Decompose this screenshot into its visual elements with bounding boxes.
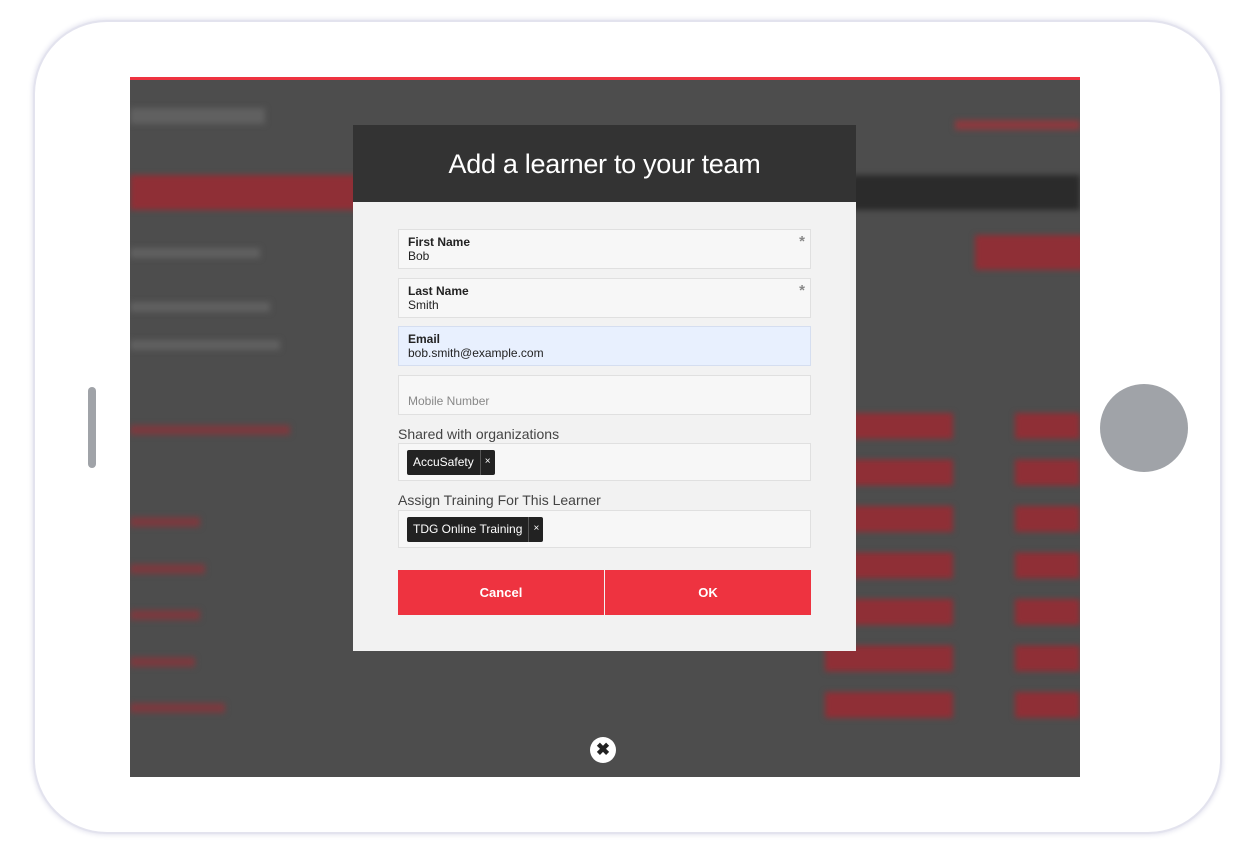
first-name-field[interactable]: First Name Bob * [398, 229, 811, 269]
background-row-link [130, 564, 205, 574]
mobile-number-placeholder: Mobile Number [408, 394, 490, 408]
background-filter-2 [130, 302, 270, 312]
dialog-title: Add a learner to your team [353, 125, 856, 202]
background-dark-nav [850, 175, 1080, 210]
required-asterisk-icon: * [799, 233, 805, 250]
training-tag: TDG Online Training × [407, 517, 544, 542]
background-filter-1 [130, 248, 260, 258]
background-filter-3 [130, 340, 280, 350]
training-tag-label: TDG Online Training [413, 522, 523, 536]
background-user-info [955, 120, 1080, 130]
training-label: Assign Training For This Learner [398, 492, 601, 508]
first-name-label: First Name [408, 235, 471, 249]
training-input[interactable]: TDG Online Training × [398, 510, 811, 548]
last-name-label: Last Name [408, 284, 469, 298]
remove-tag-icon[interactable]: × [528, 517, 543, 542]
last-name-value: Smith [408, 298, 439, 312]
tablet-home-button[interactable] [1100, 384, 1188, 472]
organization-tag: AccuSafety × [407, 450, 495, 475]
email-value: bob.smith@example.com [408, 346, 544, 360]
background-red-nav [130, 175, 360, 210]
cancel-button[interactable]: Cancel [398, 570, 604, 615]
organizations-input[interactable]: AccuSafety × [398, 443, 811, 481]
close-icon[interactable]: ✖ [590, 737, 616, 763]
add-learner-dialog: Add a learner to your team First Name Bo… [353, 125, 856, 651]
background-add-button [975, 235, 1080, 270]
app-screen: Add a learner to your team First Name Bo… [130, 77, 1080, 777]
organizations-label: Shared with organizations [398, 426, 560, 442]
email-label: Email [408, 332, 441, 346]
background-row-link [130, 517, 200, 527]
last-name-field[interactable]: Last Name Smith * [398, 278, 811, 318]
organization-tag-label: AccuSafety [413, 455, 474, 469]
background-row-link [130, 657, 195, 667]
mobile-number-field[interactable]: Mobile Number [398, 375, 811, 415]
background-row-buttons [1015, 413, 1080, 723]
first-name-value: Bob [408, 249, 430, 263]
email-field[interactable]: Email bob.smith@example.com [398, 326, 811, 366]
background-row-link [130, 610, 200, 620]
background-title [130, 108, 265, 124]
background-row-link [130, 425, 290, 435]
background-row-link [130, 703, 225, 713]
ok-button[interactable]: OK [605, 570, 811, 615]
remove-tag-icon[interactable]: × [479, 450, 495, 475]
tablet-camera-slot [88, 387, 96, 468]
required-asterisk-icon: * [799, 282, 805, 299]
